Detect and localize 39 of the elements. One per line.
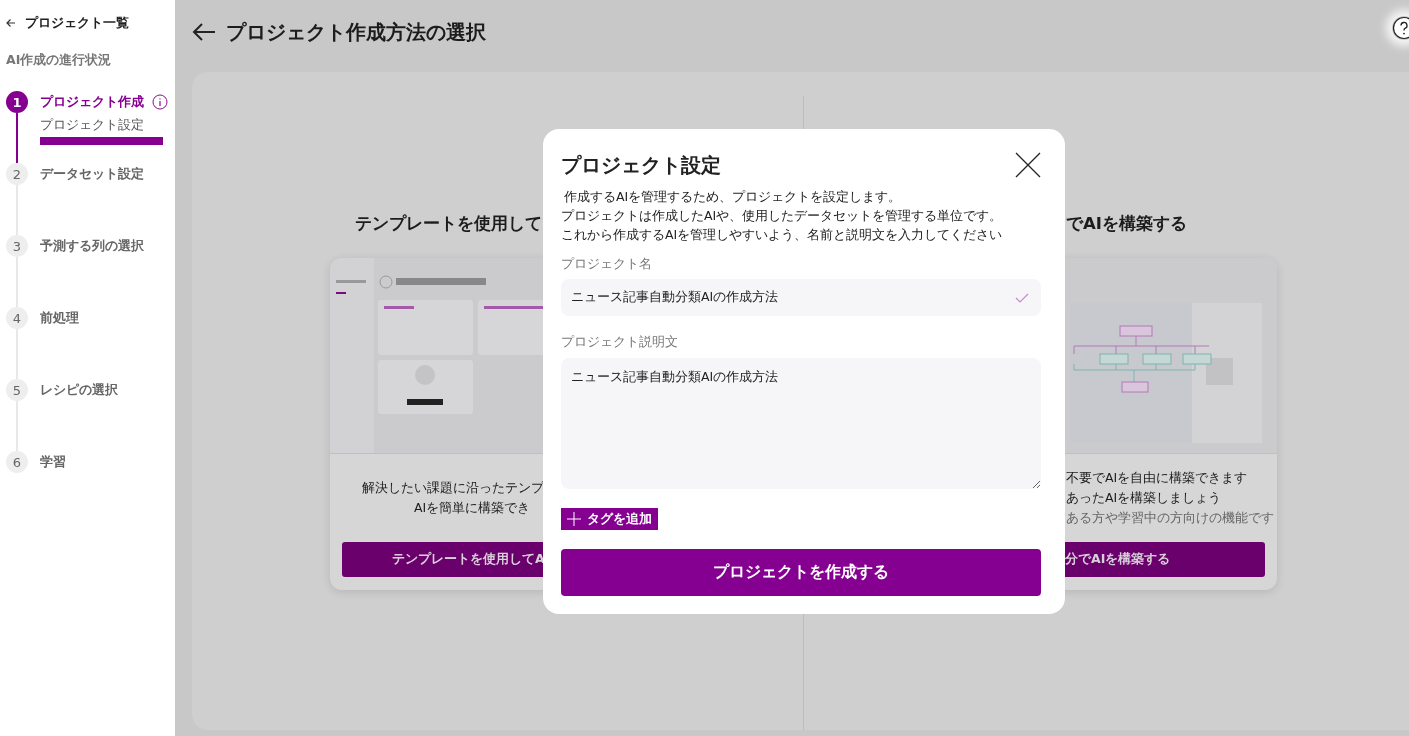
back-arrow-icon[interactable] xyxy=(192,22,216,42)
option-title: テンプレートを使用して xyxy=(355,213,542,235)
close-icon[interactable] xyxy=(1015,152,1041,178)
dialog-title: プロジェクト設定 xyxy=(561,151,721,179)
step-number: 1 xyxy=(6,91,28,113)
page-title: プロジェクト作成方法の選択 xyxy=(226,18,486,46)
create-project-button[interactable]: プロジェクトを作成する xyxy=(561,549,1041,596)
back-link[interactable]: プロジェクト一覧 xyxy=(6,13,129,33)
substep-label[interactable]: プロジェクト設定 xyxy=(40,114,175,136)
step-number: 5 xyxy=(6,379,28,401)
project-name-field[interactable]: ニュース記事自動分類AIの作成方法 xyxy=(561,279,1041,316)
step-number: 6 xyxy=(6,451,28,473)
step-label[interactable]: プロジェクト作成 xyxy=(40,93,144,111)
help-icon[interactable] xyxy=(1392,16,1409,40)
option-description: AIを簡単に構築でき xyxy=(414,499,531,517)
step-label[interactable]: 学習 xyxy=(40,453,66,471)
add-tag-button[interactable]: タグを追加 xyxy=(561,508,658,530)
dialog-description: これから作成するAIを管理しやすいよう、名前と説明文を入力してください xyxy=(561,226,1004,244)
step-number: 2 xyxy=(6,163,28,185)
option-description: 解決したい課題に沿ったテンプ xyxy=(362,479,544,497)
back-arrow-icon xyxy=(6,18,16,28)
step-number: 3 xyxy=(6,235,28,257)
info-icon[interactable] xyxy=(152,94,168,110)
step-number: 4 xyxy=(6,307,28,329)
dialog-description: プロジェクトは作成したAIや、使用したデータセットを管理する単位です。 xyxy=(561,207,1004,225)
plus-icon xyxy=(567,512,581,526)
step-label[interactable]: データセット設定 xyxy=(40,165,144,183)
option-description: ある方や学習中の方向けの機能です xyxy=(1066,509,1274,527)
project-description-field[interactable]: ニュース記事自動分類AIの作成方法 xyxy=(561,358,1041,489)
step-label[interactable]: レシピの選択 xyxy=(40,381,118,399)
option-description: あったAIを構築しましょう xyxy=(1066,489,1222,507)
dialog-description: 作成するAIを管理するため、プロジェクトを設定します。 xyxy=(563,188,903,206)
option-description: 不要でAIを自由に構築できます xyxy=(1066,469,1248,487)
step-label[interactable]: 前処理 xyxy=(40,309,79,327)
progress-title: AI作成の進行状況 xyxy=(6,51,113,69)
option-title: でAIを構築する xyxy=(1066,213,1187,235)
field-label: プロジェクト説明文 xyxy=(561,334,679,350)
step-label[interactable]: 予測する列の選択 xyxy=(40,237,144,255)
field-label: プロジェクト名 xyxy=(561,256,653,272)
